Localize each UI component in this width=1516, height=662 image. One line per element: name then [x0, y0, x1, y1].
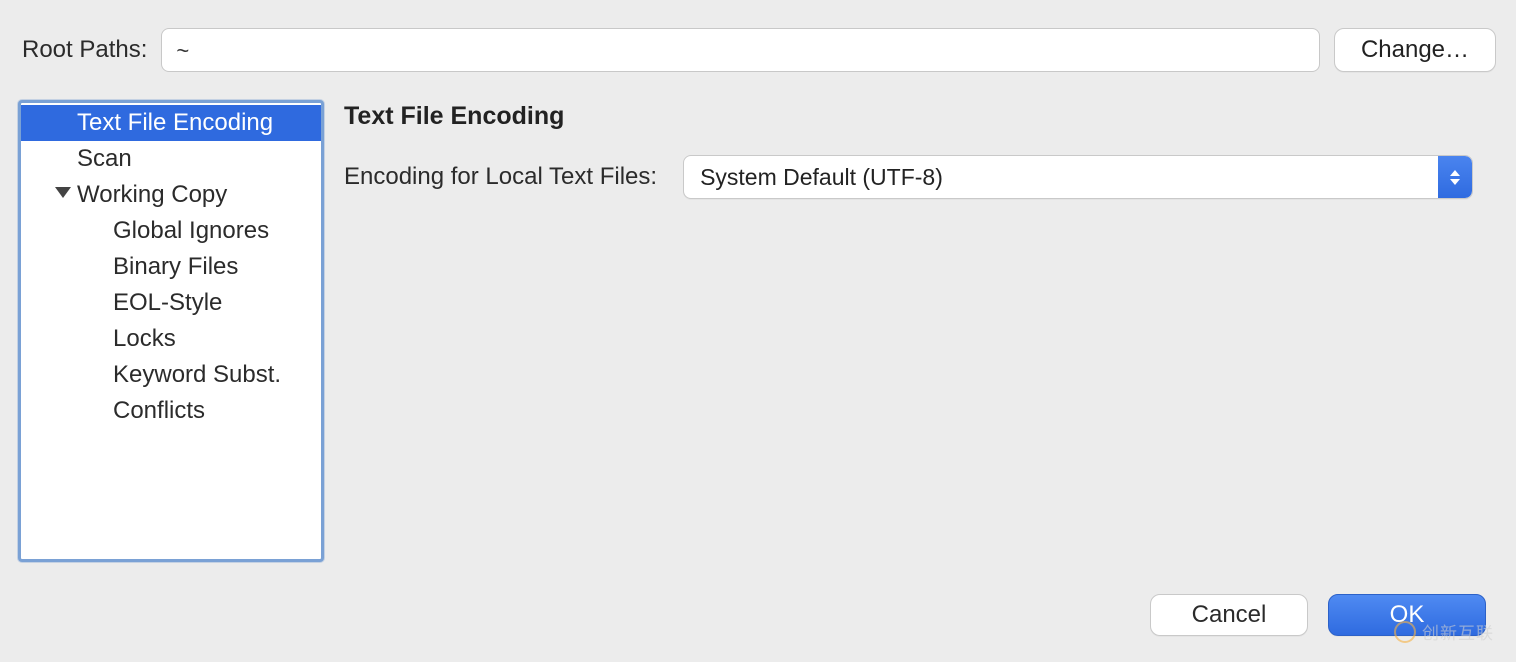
sidebar-tree[interactable]: Text File Encoding Scan Working Copy Glo… — [18, 100, 324, 562]
root-paths-input[interactable]: ~ — [161, 28, 1320, 72]
dropdown-stepper-icon[interactable] — [1438, 156, 1472, 198]
cancel-button[interactable]: Cancel — [1150, 594, 1308, 636]
sidebar-item-label: Working Copy — [77, 181, 227, 208]
main-area: Text File Encoding Scan Working Copy Glo… — [0, 86, 1516, 562]
sidebar-item-label: Text File Encoding — [77, 109, 273, 136]
sidebar-item-conflicts[interactable]: Conflicts — [21, 393, 321, 429]
content-heading: Text File Encoding — [344, 102, 1496, 131]
encoding-dropdown[interactable]: System Default (UTF-8) — [683, 155, 1473, 199]
sidebar-item-label: EOL-Style — [113, 289, 222, 316]
sidebar-item-text-file-encoding[interactable]: Text File Encoding — [21, 105, 321, 141]
sidebar-item-label: Keyword Subst. — [113, 361, 281, 388]
chevron-up-icon — [1450, 170, 1460, 176]
root-paths-label: Root Paths: — [22, 36, 147, 64]
disclosure-triangle-icon[interactable] — [55, 187, 71, 198]
sidebar-item-binary-files[interactable]: Binary Files — [21, 249, 321, 285]
sidebar-item-label: Conflicts — [113, 397, 205, 424]
sidebar-item-label: Global Ignores — [113, 217, 269, 244]
sidebar-item-keyword-subst[interactable]: Keyword Subst. — [21, 357, 321, 393]
sidebar-item-label: Locks — [113, 325, 176, 352]
encoding-label: Encoding for Local Text Files: — [344, 163, 657, 191]
content-pane: Text File Encoding Encoding for Local Te… — [344, 100, 1496, 562]
sidebar-item-label: Binary Files — [113, 253, 238, 280]
sidebar-item-eol-style[interactable]: EOL-Style — [21, 285, 321, 321]
encoding-field-row: Encoding for Local Text Files: System De… — [344, 155, 1496, 199]
root-paths-row: Root Paths: ~ Change… — [0, 0, 1516, 86]
chevron-down-icon — [1450, 179, 1460, 185]
sidebar-item-working-copy[interactable]: Working Copy — [21, 177, 321, 213]
change-button[interactable]: Change… — [1334, 28, 1496, 72]
sidebar-item-global-ignores[interactable]: Global Ignores — [21, 213, 321, 249]
dialog-button-bar: Cancel OK — [1150, 594, 1486, 636]
sidebar-item-scan[interactable]: Scan — [21, 141, 321, 177]
sidebar-item-label: Scan — [77, 145, 132, 172]
sidebar-item-locks[interactable]: Locks — [21, 321, 321, 357]
ok-button[interactable]: OK — [1328, 594, 1486, 636]
encoding-dropdown-value: System Default (UTF-8) — [684, 156, 1438, 198]
